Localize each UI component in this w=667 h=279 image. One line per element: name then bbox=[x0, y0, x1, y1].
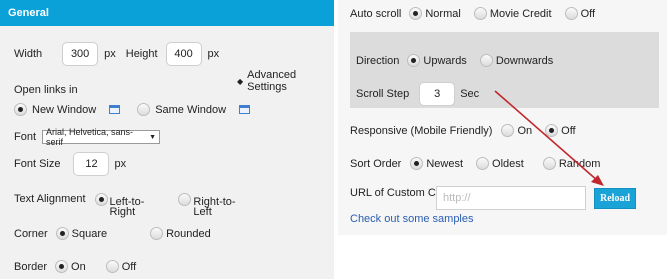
custom-css-url-input[interactable]: http:// bbox=[436, 186, 586, 210]
sort-oldest-radio[interactable] bbox=[476, 157, 490, 170]
border-label: Border bbox=[14, 260, 48, 273]
scroll-step-row: Scroll Step 3 Sec bbox=[356, 82, 479, 106]
responsive-off-label: Off bbox=[561, 124, 576, 137]
width-input[interactable]: 300 bbox=[62, 42, 99, 66]
direction-label: Direction bbox=[356, 54, 400, 67]
auto-scroll-row: Auto scroll Normal Movie Credit Off bbox=[350, 7, 595, 20]
align-rtl-line2: Left bbox=[193, 206, 212, 218]
border-off-radio[interactable] bbox=[105, 260, 119, 273]
sort-order-label: Sort Order bbox=[350, 157, 402, 170]
border-row: Border On Off bbox=[14, 260, 136, 273]
responsive-label: Responsive (Mobile Friendly) bbox=[350, 124, 493, 137]
align-right-to-left-label: Right-to- Left bbox=[193, 197, 235, 218]
sort-newest-label: Newest bbox=[426, 157, 464, 170]
corner-row: Corner Square Rounded bbox=[14, 227, 211, 240]
responsive-on-radio[interactable] bbox=[501, 124, 515, 137]
border-on-label: On bbox=[71, 260, 86, 273]
responsive-on-label: On bbox=[517, 124, 533, 137]
sort-oldest-label: Oldest bbox=[492, 157, 524, 170]
auto-scroll-label: Auto scroll bbox=[350, 7, 402, 20]
width-unit: px bbox=[104, 48, 116, 60]
same-window-radio[interactable] bbox=[137, 103, 151, 116]
font-size-unit: px bbox=[114, 158, 127, 170]
font-select[interactable]: Arial, Helvetica, sans-serif ▼ bbox=[42, 127, 161, 147]
direction-downwards-label: Downwards bbox=[495, 54, 554, 67]
corner-rounded-radio[interactable] bbox=[150, 227, 164, 240]
arrow-right-icon: ◆ bbox=[237, 76, 244, 86]
corner-square-radio[interactable] bbox=[55, 227, 69, 240]
sort-random-radio[interactable] bbox=[542, 157, 556, 170]
text-alignment-label: Text Alignment bbox=[14, 193, 86, 205]
general-panel-header: General bbox=[0, 0, 334, 26]
align-ltr-line2: Right bbox=[109, 206, 136, 218]
size-row: Width 300 px Height 400 px bbox=[14, 42, 219, 66]
corner-square-label: Square bbox=[71, 227, 108, 240]
width-label: Width bbox=[14, 48, 43, 60]
check-samples-link[interactable]: Check out some samples bbox=[350, 213, 474, 225]
responsive-row: Responsive (Mobile Friendly) On Off bbox=[350, 124, 576, 137]
height-unit: px bbox=[207, 48, 220, 60]
auto-scroll-off-label: Off bbox=[580, 7, 596, 20]
sort-newest-radio[interactable] bbox=[410, 157, 424, 170]
new-window-radio[interactable] bbox=[14, 103, 27, 116]
general-settings-panel: General Width 300 px Height 400 px ◆ Adv… bbox=[0, 0, 334, 279]
align-left-to-right-label: Left-to- Right bbox=[109, 197, 145, 218]
auto-scroll-movie-credit-radio[interactable] bbox=[473, 7, 487, 20]
new-window-icon bbox=[109, 105, 121, 114]
border-on-radio[interactable] bbox=[55, 260, 69, 273]
sort-random-label: Random bbox=[558, 157, 601, 170]
same-window-label: Same Window bbox=[155, 103, 227, 116]
open-links-options: New Window Same Window bbox=[14, 103, 251, 116]
corner-label: Corner bbox=[14, 227, 48, 240]
new-window-label: New Window bbox=[32, 103, 97, 116]
advanced-settings-label: Advanced Settings bbox=[247, 69, 297, 93]
scroll-step-unit: Sec bbox=[460, 88, 480, 100]
height-label: Height bbox=[125, 48, 158, 60]
border-off-label: Off bbox=[121, 260, 137, 273]
scroll-step-input[interactable]: 3 bbox=[419, 82, 456, 106]
advanced-settings-link[interactable]: ◆ Advanced Settings bbox=[237, 69, 334, 93]
auto-scroll-normal-radio[interactable] bbox=[409, 7, 423, 20]
font-size-input[interactable]: 12 bbox=[73, 152, 110, 176]
direction-downwards-radio[interactable] bbox=[479, 54, 493, 67]
scroll-step-label: Scroll Step bbox=[356, 88, 410, 100]
auto-scroll-off-radio[interactable] bbox=[564, 7, 578, 20]
scroll-settings-panel: Auto scroll Normal Movie Credit Off Dire… bbox=[338, 0, 667, 279]
responsive-off-radio[interactable] bbox=[545, 124, 559, 137]
auto-scroll-movie-credit-label: Movie Credit bbox=[489, 7, 552, 20]
direction-upwards-radio[interactable] bbox=[407, 54, 421, 67]
align-right-to-left-radio[interactable] bbox=[178, 193, 192, 206]
reload-button[interactable]: Reload bbox=[594, 188, 636, 209]
auto-scroll-normal-label: Normal bbox=[425, 7, 461, 20]
font-size-row: Font Size 12 px bbox=[14, 152, 126, 176]
same-window-icon bbox=[239, 105, 251, 114]
font-size-label: Font Size bbox=[14, 158, 61, 170]
height-input[interactable]: 400 bbox=[165, 42, 202, 66]
open-links-label: Open links in bbox=[14, 84, 78, 96]
direction-upwards-label: Upwards bbox=[423, 54, 467, 67]
direction-row: Direction Upwards Downwards bbox=[356, 54, 553, 67]
font-label: Font bbox=[14, 131, 37, 143]
sort-order-row: Sort Order Newest Oldest Random bbox=[350, 157, 600, 170]
dropdown-arrow-icon: ▼ bbox=[149, 133, 157, 141]
text-alignment-row: Text Alignment Left-to- Right Right-to- … bbox=[14, 193, 236, 218]
align-left-to-right-radio[interactable] bbox=[94, 193, 108, 206]
corner-rounded-label: Rounded bbox=[166, 227, 211, 240]
font-row: Font Arial, Helvetica, sans-serif ▼ bbox=[14, 127, 161, 147]
font-select-value: Arial, Helvetica, sans-serif bbox=[46, 127, 134, 147]
